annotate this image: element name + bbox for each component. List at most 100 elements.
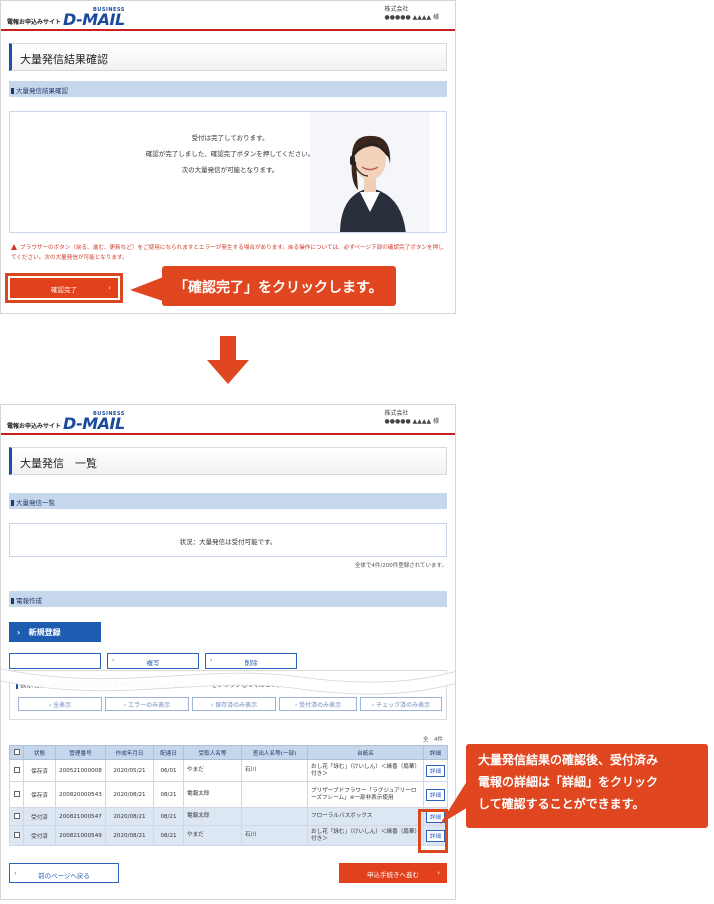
filter-accepted-label: 受付済のみ表示 [299, 702, 342, 709]
confirm-complete-button[interactable]: 確認完了 › [10, 278, 118, 298]
callout-line: して確認することができます。 [478, 797, 645, 811]
section-marker-icon [11, 598, 14, 604]
header-bar: 電報お申込みサイト BUSINESS D-MAIL 株式会社 ●●●●● ▲▲▲… [1, 1, 455, 31]
recipient-cell: やまだ [183, 825, 242, 846]
logo-prefix: 電報お申込みサイト [7, 19, 62, 26]
checkbox[interactable] [13, 812, 20, 819]
select-all-checkbox[interactable] [9, 745, 24, 760]
status-cell: 受付済 [23, 825, 56, 846]
row-checkbox-cell[interactable] [9, 781, 24, 808]
id-cell: 200821000549 [55, 825, 106, 846]
warning-message: ブラウザーのボタン（戻る、進む、更新など）をご使用になられますとエラーが発生する… [11, 243, 447, 263]
chevron-right-icon: › [17, 628, 29, 637]
new-registration-label: 新規登録 [28, 628, 61, 637]
message-line: 受付は完了しております。 [191, 134, 269, 142]
detail-instruction-callout: 大量発信結果の確認後、受付済み 電報の詳細は「詳細」をクリック して確認すること… [466, 744, 708, 828]
account-name: 株式会社 ●●●●● ▲▲▲▲ 様 [385, 410, 439, 426]
filter-saved-label: 保存済のみ表示 [215, 702, 258, 709]
callout-line: 電報の詳細は「詳細」をクリック [478, 775, 659, 789]
section-title: 電報作成 [16, 597, 42, 605]
warning-text: ブラウザーのボタン（戻る、進む、更新など）をご使用になられますとエラーが発生する… [11, 245, 444, 261]
status-cell: 受付済 [23, 807, 56, 826]
mount-cell: おし花「詠む」（けいしん）＜縁香（扇華）付き＞ [307, 825, 424, 846]
checkbox[interactable] [13, 766, 20, 773]
column-header[interactable]: 状態 [23, 745, 56, 760]
column-header[interactable]: 管理番号 [55, 745, 106, 760]
filter-error-label: エラーのみ表示 [128, 702, 171, 709]
table-header-row: 状態 管理番号 作成年月日 配達日 受取人名等 差出人名等(一部) 台紙名 詳細 [9, 745, 448, 760]
arrow-down-icon [207, 336, 249, 384]
column-header[interactable]: 作成年月日 [105, 745, 154, 760]
delivery-cell: 08/21 [153, 807, 184, 826]
instruction-callout: 「確認完了」をクリックします。 [162, 266, 396, 306]
proceed-button[interactable]: 申込手続きへ進む › [339, 863, 447, 883]
sender-cell: 石川 [241, 825, 308, 846]
delivery-cell: 06/01 [153, 759, 184, 782]
checkbox[interactable] [13, 790, 20, 797]
id-cell: 200521000008 [55, 759, 106, 782]
id-cell: 200820000543 [55, 781, 106, 808]
table-row: 受付済 200821000547 2020/08/21 08/21 電報太郎 フ… [9, 807, 448, 826]
created-cell: 2020/08/21 [105, 825, 154, 846]
page-title: 大量発信結果確認 [9, 43, 447, 71]
registered-count: 全体で4件/200件登録されています。 [354, 563, 447, 569]
section-title: 大量発信一覧 [16, 499, 55, 507]
filter-all-label: 全表示 [53, 702, 72, 709]
row-checkbox-cell[interactable] [9, 825, 24, 846]
account-name: 株式会社 ●●●●● ▲▲▲▲ 様 [385, 6, 439, 22]
torn-edge-divider [1, 668, 455, 695]
company-line1: 株式会社 [384, 410, 409, 417]
telegram-table: 状態 管理番号 作成年月日 配達日 受取人名等 差出人名等(一部) 台紙名 詳細… [9, 745, 448, 846]
bulk-list-screen: 電報お申込みサイト BUSINESS D-MAIL 株式会社 ●●●●● ▲▲▲… [0, 404, 456, 900]
column-header[interactable]: 台紙名 [307, 745, 424, 760]
created-cell: 2020/08/21 [105, 781, 154, 808]
header-bar: 電報お申込みサイト BUSINESS D-MAIL 株式会社 ●●●●● ▲▲▲… [1, 405, 455, 435]
column-header[interactable]: 配達日 [153, 745, 184, 760]
filter-checked-label: チェック済のみ表示 [376, 702, 431, 709]
section-marker-icon [11, 88, 14, 94]
checkbox[interactable] [13, 831, 20, 838]
message-line: 確認が完了しました、確認完了ボタンを押してください。 [145, 150, 315, 158]
callout-line: 大量発信結果の確認後、受付済み [478, 753, 659, 767]
section-header: 大量発信結果確認 [9, 81, 447, 97]
company-line1: 株式会社 [384, 6, 409, 13]
page-title: 大量発信 一覧 [9, 447, 447, 475]
callout-pointer [130, 276, 166, 302]
back-label: 前のページへ戻る [38, 872, 90, 880]
warning-icon [11, 244, 17, 250]
operator-illustration [310, 112, 430, 232]
delivery-cell: 08/21 [153, 825, 184, 846]
back-button[interactable]: ‹ 前のページへ戻る [9, 863, 119, 883]
checkbox[interactable] [13, 748, 20, 755]
section-header: 大量発信一覧 [9, 493, 447, 509]
created-cell: 2020/08/21 [105, 807, 154, 826]
confirm-complete-label: 確認完了 [51, 286, 77, 294]
mount-cell: おし花「詠む」（けいしん）＜縁香（扇華）付き＞ [307, 759, 424, 782]
row-checkbox-cell[interactable] [9, 807, 24, 826]
table-row: 受付済 200821000549 2020/08/21 08/21 やまだ 石川… [9, 825, 448, 846]
company-line2: ●●●●● ▲▲▲▲ 様 [384, 14, 439, 21]
chevron-right-icon: › [437, 869, 440, 877]
column-header[interactable]: 受取人名等 [183, 745, 242, 760]
column-header[interactable]: 差出人名等(一部) [241, 745, 308, 760]
id-cell: 200821000547 [55, 807, 106, 826]
recipient-cell: 電報太郎 [183, 781, 242, 808]
chevron-left-icon: ‹ [14, 870, 17, 877]
sender-cell [241, 781, 308, 808]
message-box: 受付は完了しております。 確認が完了しました、確認完了ボタンを押してください。 … [9, 111, 447, 233]
created-cell: 2020/05/21 [105, 759, 154, 782]
message-lines: 受付は完了しております。 確認が完了しました、確認完了ボタンを押してください。 … [130, 130, 330, 178]
recipient-cell: 電報太郎 [183, 807, 242, 826]
status-cell: 保存済 [23, 781, 56, 808]
status-box: 状況：大量発信は受付可能です。 [9, 523, 447, 557]
company-line2: ●●●●● ▲▲▲▲ 様 [384, 418, 439, 425]
new-registration-button[interactable]: › 新規登録 [9, 622, 101, 642]
table-row: 保存済 200521000008 2020/05/21 06/01 やまだ 石川… [9, 759, 448, 782]
logo-prefix: 電報お申込みサイト [7, 423, 62, 430]
message-line: 次の大量発信が可能となります。 [181, 166, 279, 174]
mount-cell: プリザーブドフラワー「ラグジュアリーローズフレーム」※一部非表示使用 [307, 781, 424, 808]
row-checkbox-cell[interactable] [9, 759, 24, 782]
proceed-label: 申込手続きへ進む [367, 871, 419, 879]
page-count: 全 4件 [423, 737, 443, 743]
column-header: 詳細 [423, 745, 448, 760]
